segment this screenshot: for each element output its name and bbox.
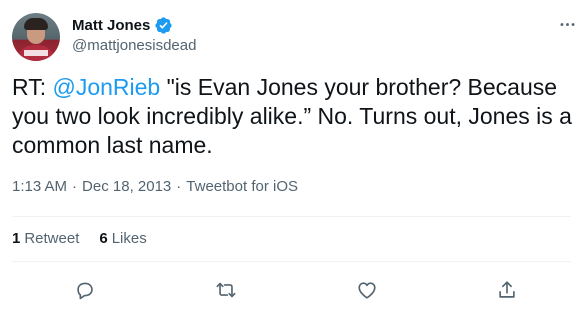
- likes-count: 6: [99, 230, 108, 247]
- tweet-meta: 1:13 AM · Dec 18, 2013 · Tweetbot for iO…: [12, 178, 298, 195]
- retweets-stat[interactable]: 1 Retweet: [12, 230, 79, 247]
- meta-separator: ·: [72, 178, 78, 195]
- more-options-icon[interactable]: [555, 16, 579, 32]
- author-handle[interactable]: @mattjonesisdead: [72, 37, 196, 54]
- divider: [12, 261, 571, 262]
- mention-link[interactable]: @JonRieb: [52, 74, 160, 100]
- tweet-time[interactable]: 1:13 AM: [12, 178, 67, 195]
- heart-icon[interactable]: [353, 276, 381, 304]
- tweet-source[interactable]: Tweetbot for iOS: [186, 178, 298, 195]
- share-icon[interactable]: [493, 276, 521, 304]
- tweet-prefix: RT:: [12, 74, 53, 100]
- tweet-card: Matt Jones @mattjonesisdead RT: @JonRieb…: [0, 0, 583, 320]
- verified-badge-icon: [154, 16, 173, 35]
- meta-separator: ·: [176, 178, 182, 195]
- author-name-row: Matt Jones: [72, 15, 173, 35]
- likes-stat[interactable]: 6 Likes: [99, 230, 146, 247]
- avatar[interactable]: [12, 13, 60, 61]
- tweet-date[interactable]: Dec 18, 2013: [82, 178, 171, 195]
- retweets-label: Retweet: [24, 230, 80, 247]
- retweets-count: 1: [12, 230, 21, 247]
- retweet-icon[interactable]: [212, 276, 240, 304]
- tweet-stats: 1 Retweet 6 Likes: [12, 230, 147, 247]
- divider: [12, 216, 571, 217]
- avatar-hair: [24, 18, 48, 30]
- reply-icon[interactable]: [71, 276, 99, 304]
- tweet-text: RT: @JonRieb "is Evan Jones your brother…: [12, 73, 572, 160]
- avatar-shirt: [16, 45, 56, 61]
- likes-label: Likes: [111, 230, 147, 247]
- author-display-name[interactable]: Matt Jones: [72, 17, 150, 34]
- tweet-actions: [0, 276, 583, 304]
